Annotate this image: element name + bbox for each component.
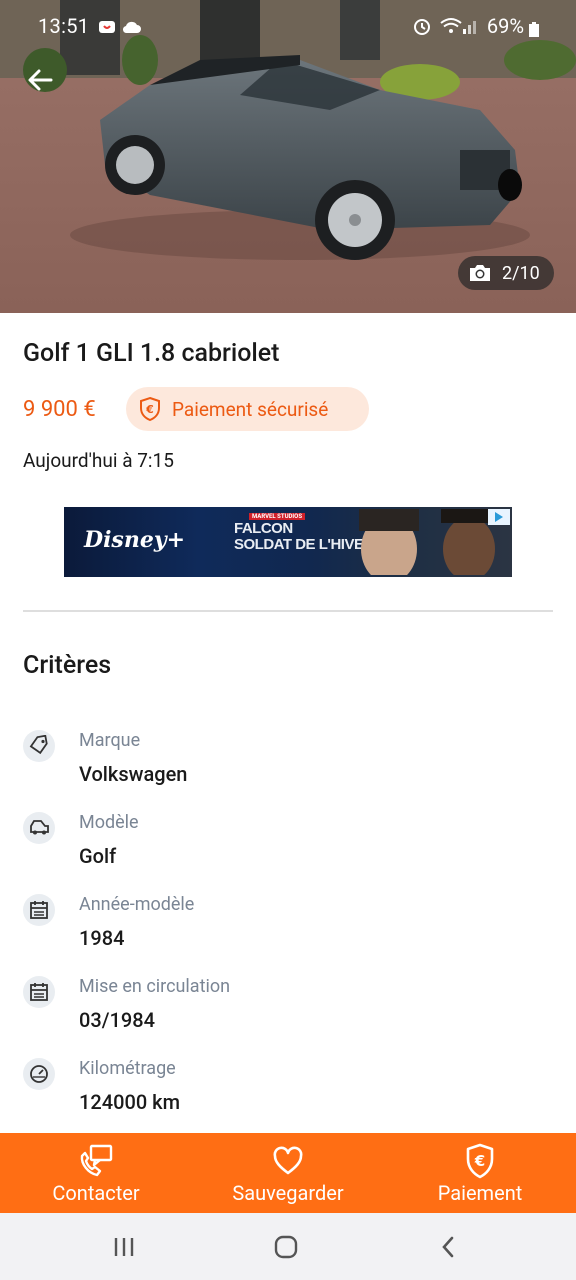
camera-icon <box>470 265 490 281</box>
svg-text:€: € <box>145 403 154 416</box>
speedometer-icon <box>23 1058 55 1090</box>
secure-payment-badge[interactable]: € Paiement sécurisé <box>126 387 369 431</box>
ad-banner[interactable]: Disney+ MARVEL STUDIOS FALCON SOLDAT DE … <box>64 507 512 577</box>
home-button[interactable] <box>266 1233 306 1261</box>
arrow-left-icon <box>28 69 53 91</box>
listing-photo[interactable]: 13:51 69% 2/10 <box>0 0 576 313</box>
payment-label: Paiement <box>437 1181 523 1205</box>
cloud-sync-icon <box>122 16 142 40</box>
ad-choices-icon[interactable] <box>488 509 510 525</box>
chevron-left-icon <box>442 1236 454 1258</box>
heart-icon <box>273 1146 303 1175</box>
listing-title: Golf 1 GLI 1.8 cabriolet <box>23 339 280 368</box>
criteria-label: Kilométrage <box>79 1058 176 1079</box>
criteria-label: Modèle <box>79 812 139 833</box>
save-label: Sauvegarder <box>232 1181 344 1205</box>
listing-price: 9 900 € <box>23 397 96 422</box>
shield-euro-icon: € <box>466 1143 494 1179</box>
criteria-label: Année-modèle <box>79 894 195 915</box>
nav-back-button[interactable] <box>428 1233 468 1261</box>
shield-euro-icon: € <box>140 396 160 422</box>
alarm-icon <box>412 16 432 41</box>
ad-artwork <box>359 509 497 575</box>
section-divider <box>23 610 553 612</box>
photo-counter-text: 2/10 <box>502 262 540 284</box>
ad-brand: Disney+ <box>84 527 186 553</box>
criteria-label: Marque <box>79 730 141 751</box>
photo-counter[interactable]: 2/10 <box>458 256 554 290</box>
system-nav-bar <box>0 1213 576 1280</box>
criteria-value: 03/1984 <box>79 1008 156 1032</box>
calendar-icon <box>23 976 55 1008</box>
save-button[interactable]: Sauvegarder <box>192 1133 384 1213</box>
criteria-value: Volkswagen <box>79 762 188 786</box>
notification-icon <box>98 16 116 40</box>
calendar-icon <box>23 894 55 926</box>
wifi-icon <box>440 16 462 40</box>
svg-text:€: € <box>474 1152 485 1170</box>
criteria-title: Critères <box>23 651 112 680</box>
criteria-item-model-year: Année-modèle 1984 <box>0 894 576 964</box>
bottom-action-bar: Contacter Sauvegarder € Paiement <box>0 1133 576 1213</box>
ad-badge: MARVEL STUDIOS <box>249 513 306 520</box>
signal-icon <box>462 16 480 40</box>
recent-apps-button[interactable] <box>104 1233 144 1261</box>
recent-apps-icon <box>114 1238 134 1256</box>
contact-label: Contacter <box>52 1181 140 1205</box>
criteria-label: Mise en circulation <box>79 976 231 997</box>
battery-icon <box>528 19 540 43</box>
criteria-item-registration: Mise en circulation 03/1984 <box>0 976 576 1046</box>
battery-percent: 69% <box>486 14 524 38</box>
secure-payment-label: Paiement sécurisé <box>172 397 329 421</box>
contact-button[interactable]: Contacter <box>0 1133 192 1213</box>
criteria-value: 124000 km <box>79 1090 181 1114</box>
status-time: 13:51 <box>38 14 90 38</box>
home-icon <box>274 1235 298 1259</box>
criteria-item-brand: Marque Volkswagen <box>0 730 576 800</box>
listing-screen: 13:51 69% 2/10 Golf 1 GLI 1.8 cabriolet … <box>0 0 576 1280</box>
criteria-value: Golf <box>79 844 117 868</box>
payment-button[interactable]: € Paiement <box>384 1133 576 1213</box>
back-button[interactable] <box>22 62 58 98</box>
criteria-item-mileage: Kilométrage 124000 km <box>0 1058 576 1128</box>
tag-icon <box>23 730 55 762</box>
phone-chat-icon <box>80 1144 113 1177</box>
criteria-item-model: Modèle Golf <box>0 812 576 882</box>
listing-date: Aujourd'hui à 7:15 <box>23 449 174 472</box>
status-bar: 13:51 69% <box>0 0 576 52</box>
criteria-value: 1984 <box>79 926 125 950</box>
car-icon <box>23 812 55 844</box>
